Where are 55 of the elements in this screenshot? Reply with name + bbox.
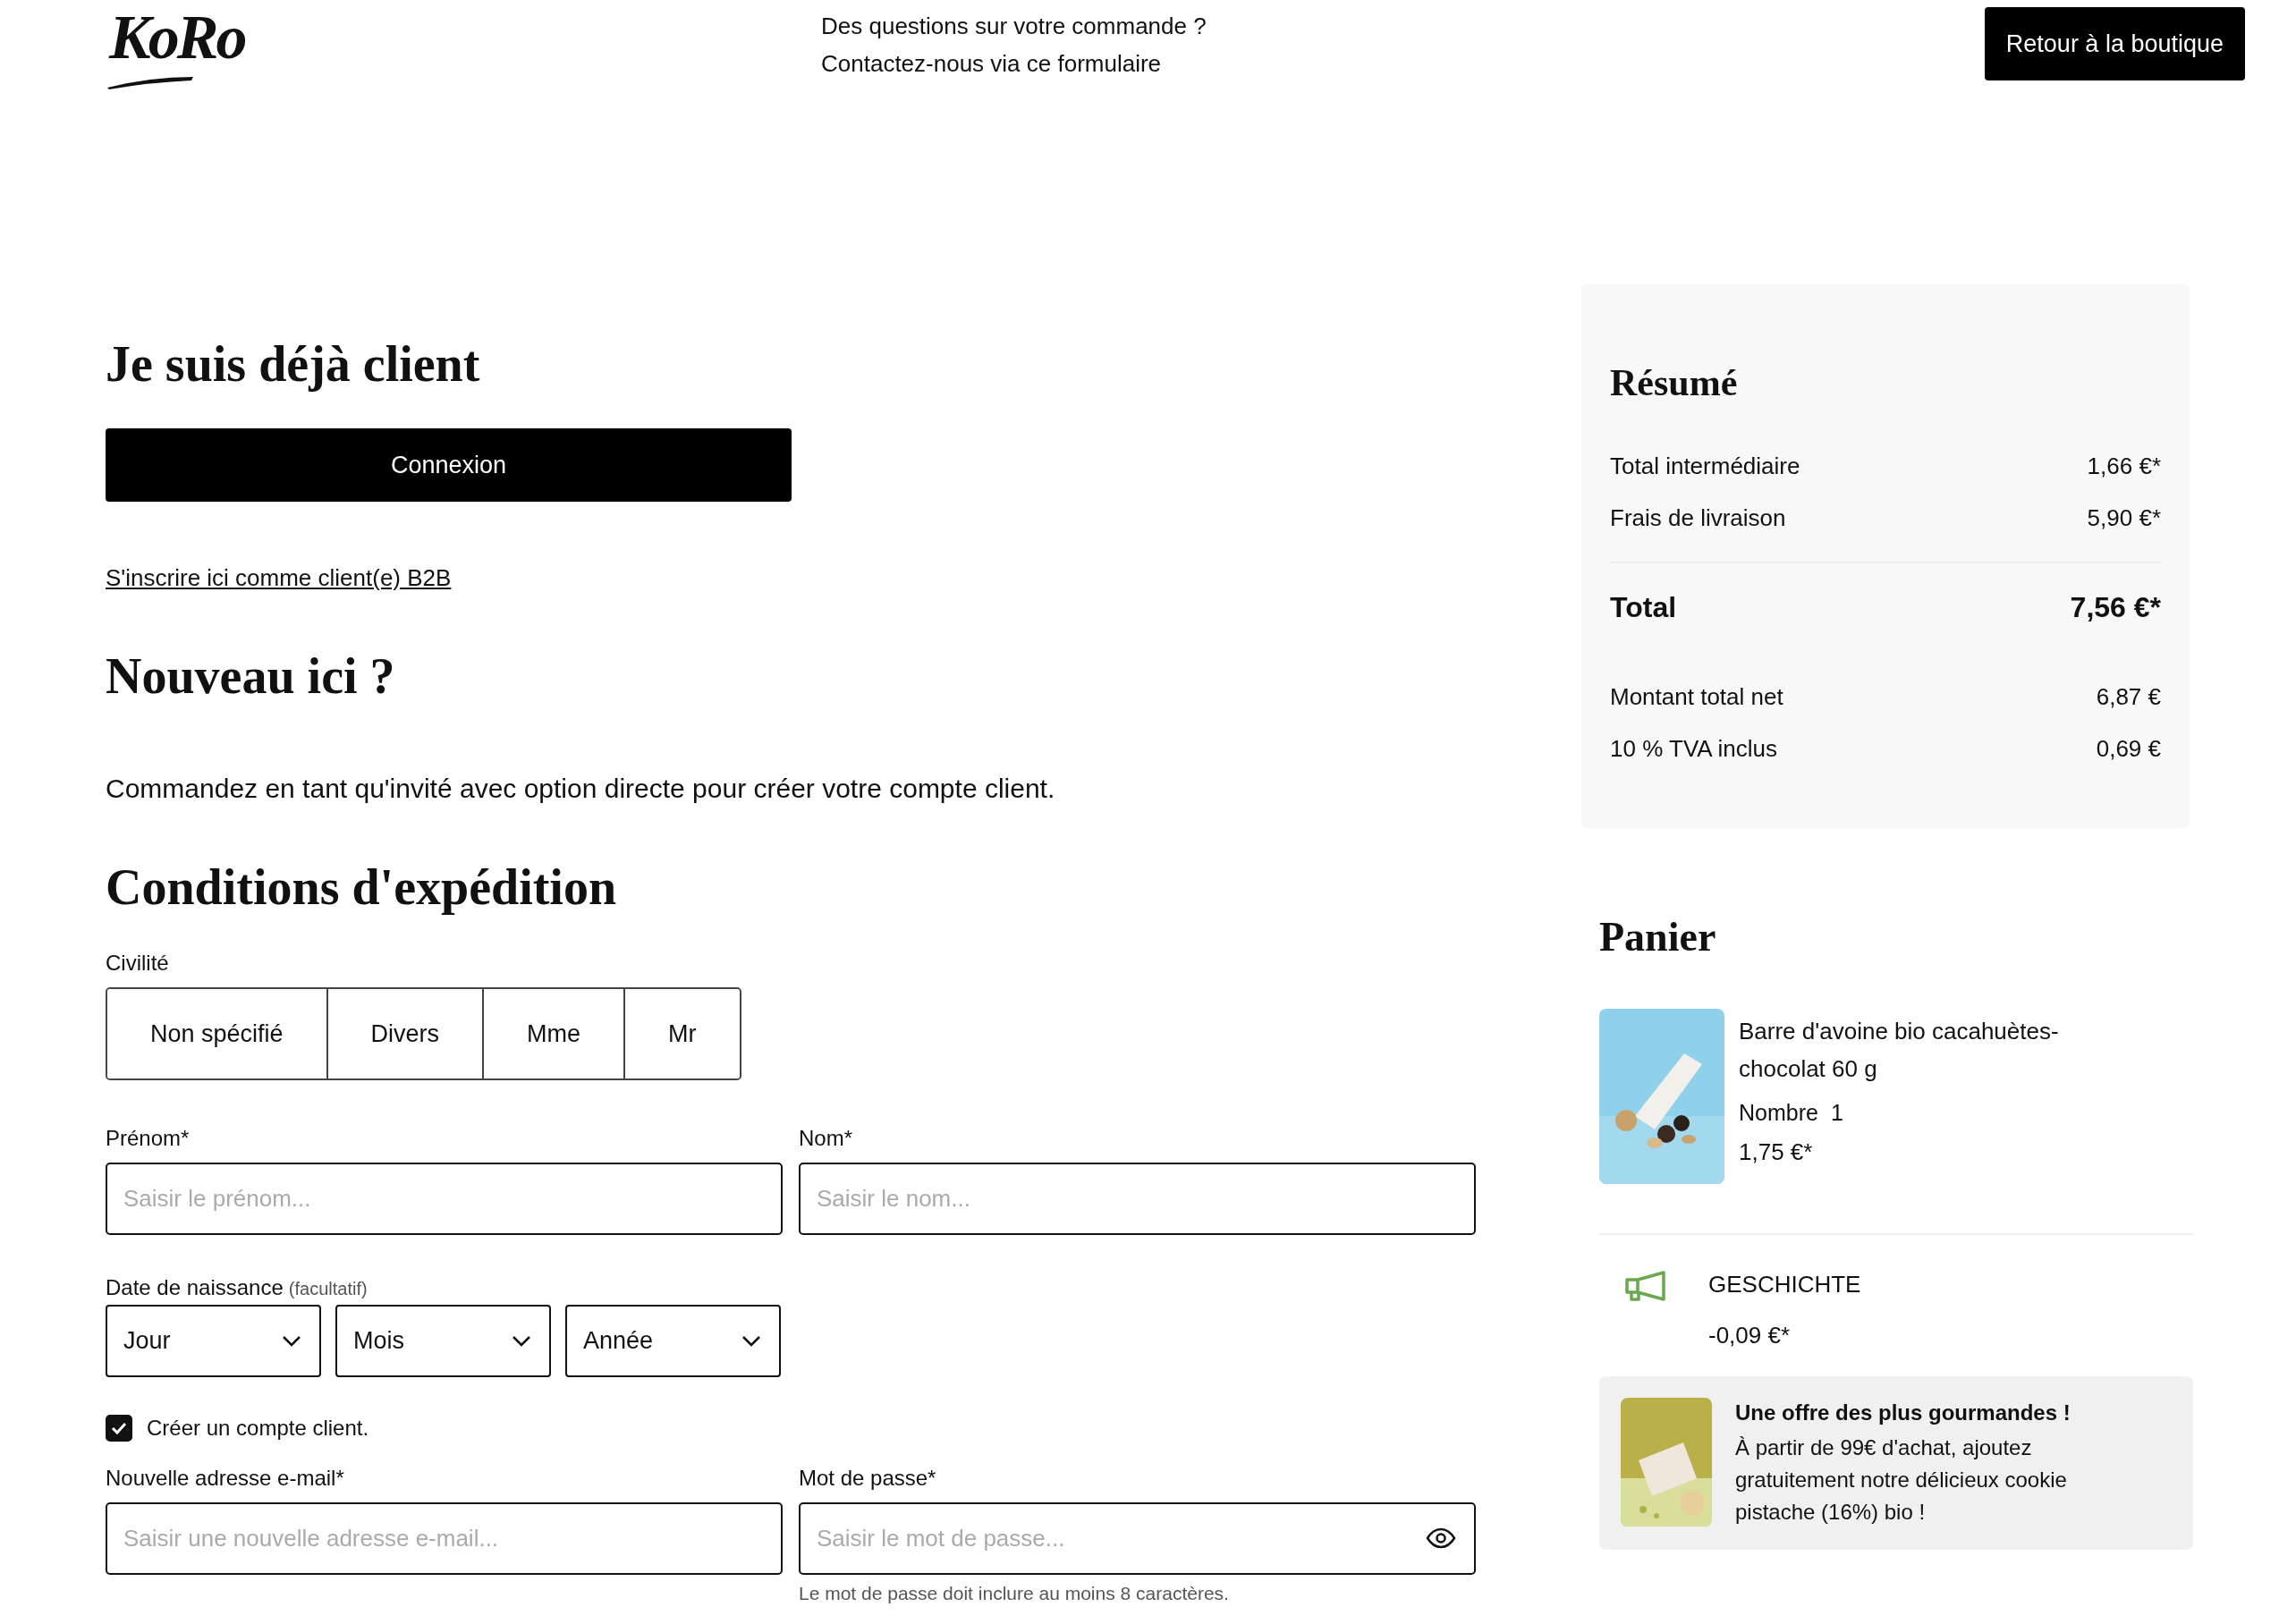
date-select[interactable]: Année — [565, 1305, 781, 1377]
summary-value: 7,56 €* — [2070, 590, 2161, 624]
optional-note: (facultatif) — [288, 1279, 368, 1299]
megaphone-icon — [1624, 1271, 1667, 1301]
product-price: 1,75 €* — [1739, 1138, 1814, 1166]
discount-name: GESCHICHTE — [1708, 1271, 1861, 1298]
summary-value: 5,90 €* — [2087, 503, 2161, 532]
section-heading: Nouveau ici ? — [106, 647, 396, 705]
last-name-field[interactable]: Saisir le nom... — [799, 1163, 1476, 1235]
login-button[interactable]: Connexion — [106, 428, 792, 502]
first-name-field[interactable]: Saisir le prénom... — [106, 1163, 783, 1235]
chevron-down-icon — [512, 1334, 531, 1348]
contact-text: Des questions sur votre commande ? — [821, 12, 1207, 41]
field-label: Nouvelle adresse e-mail* — [106, 1465, 345, 1492]
logo-swoosh-icon — [106, 75, 195, 89]
product-name[interactable]: Barre d'avoine bio cacahuètes-chocolat 60 g — [1739, 1012, 2123, 1087]
checkbox-label: Créer un compte client. — [147, 1415, 369, 1442]
field-label: Civilité — [106, 950, 170, 977]
field-label: Prénom* — [106, 1125, 191, 1152]
section-heading: Conditions d'expédition — [106, 859, 618, 916]
quantity-value: 1 — [1830, 1100, 1843, 1126]
summary-value: 0,69 € — [2096, 734, 2161, 763]
summary-label: Total intermédiaire — [1610, 452, 1800, 480]
guest-description: Commandez en tant qu'invité avec option directe pour créer votre compte client. — [106, 773, 1056, 805]
password-hint: Le mot de passe doit inclure au moins 8 caractères. — [799, 1582, 1230, 1605]
checkbox[interactable] — [106, 1415, 132, 1442]
discount-value: -0,09 €* — [1708, 1322, 1792, 1349]
contact-text: Contactez-nous via ce formulaire — [821, 49, 1163, 79]
promo-title: Une offre des plus gourmandes ! — [1735, 1400, 2071, 1426]
field-label: Nom* — [799, 1125, 853, 1152]
date-select[interactable]: Mois — [335, 1305, 551, 1377]
logo[interactable]: KoRo — [106, 0, 258, 75]
summary-label: Montant total net — [1610, 682, 1783, 711]
eye-icon[interactable] — [1426, 1527, 1456, 1549]
email-field[interactable]: Saisir une nouvelle adresse e-mail... — [106, 1502, 783, 1575]
summary-value: 1,66 €* — [2087, 452, 2161, 480]
quantity-label: Nombre — [1739, 1100, 1818, 1126]
chevron-down-icon — [741, 1334, 761, 1348]
date-select[interactable]: Jour — [106, 1305, 321, 1377]
password-field[interactable]: Saisir le mot de passe... — [799, 1502, 1476, 1575]
section-heading: Je suis déjà client — [106, 335, 481, 393]
summary-label: 10 % TVA inclus — [1610, 734, 1777, 763]
cart-heading: Panier — [1598, 913, 1717, 961]
summary-label: Total — [1610, 590, 1677, 624]
salutation-option[interactable]: Non spécifié — [107, 989, 328, 1078]
summary-value: 6,87 € — [2096, 682, 2161, 711]
field-label: Mot de passe* — [799, 1465, 937, 1492]
promo-text: À partir de 99€ d'achat, ajoutez gratuitement notre délicieux cookie pistache (16%) bio ! — [1735, 1434, 2068, 1526]
field-label: Date de naissance — [106, 1274, 284, 1301]
b2b-register-link[interactable]: S'inscrire ici comme client(e) B2B — [106, 564, 452, 592]
summary-label: Frais de livraison — [1610, 503, 1786, 532]
back-to-shop-button[interactable]: Retour à la boutique — [1984, 7, 2245, 80]
summary-heading: Résumé — [1610, 361, 1739, 405]
check-icon — [111, 1422, 127, 1434]
chevron-down-icon — [282, 1334, 301, 1348]
